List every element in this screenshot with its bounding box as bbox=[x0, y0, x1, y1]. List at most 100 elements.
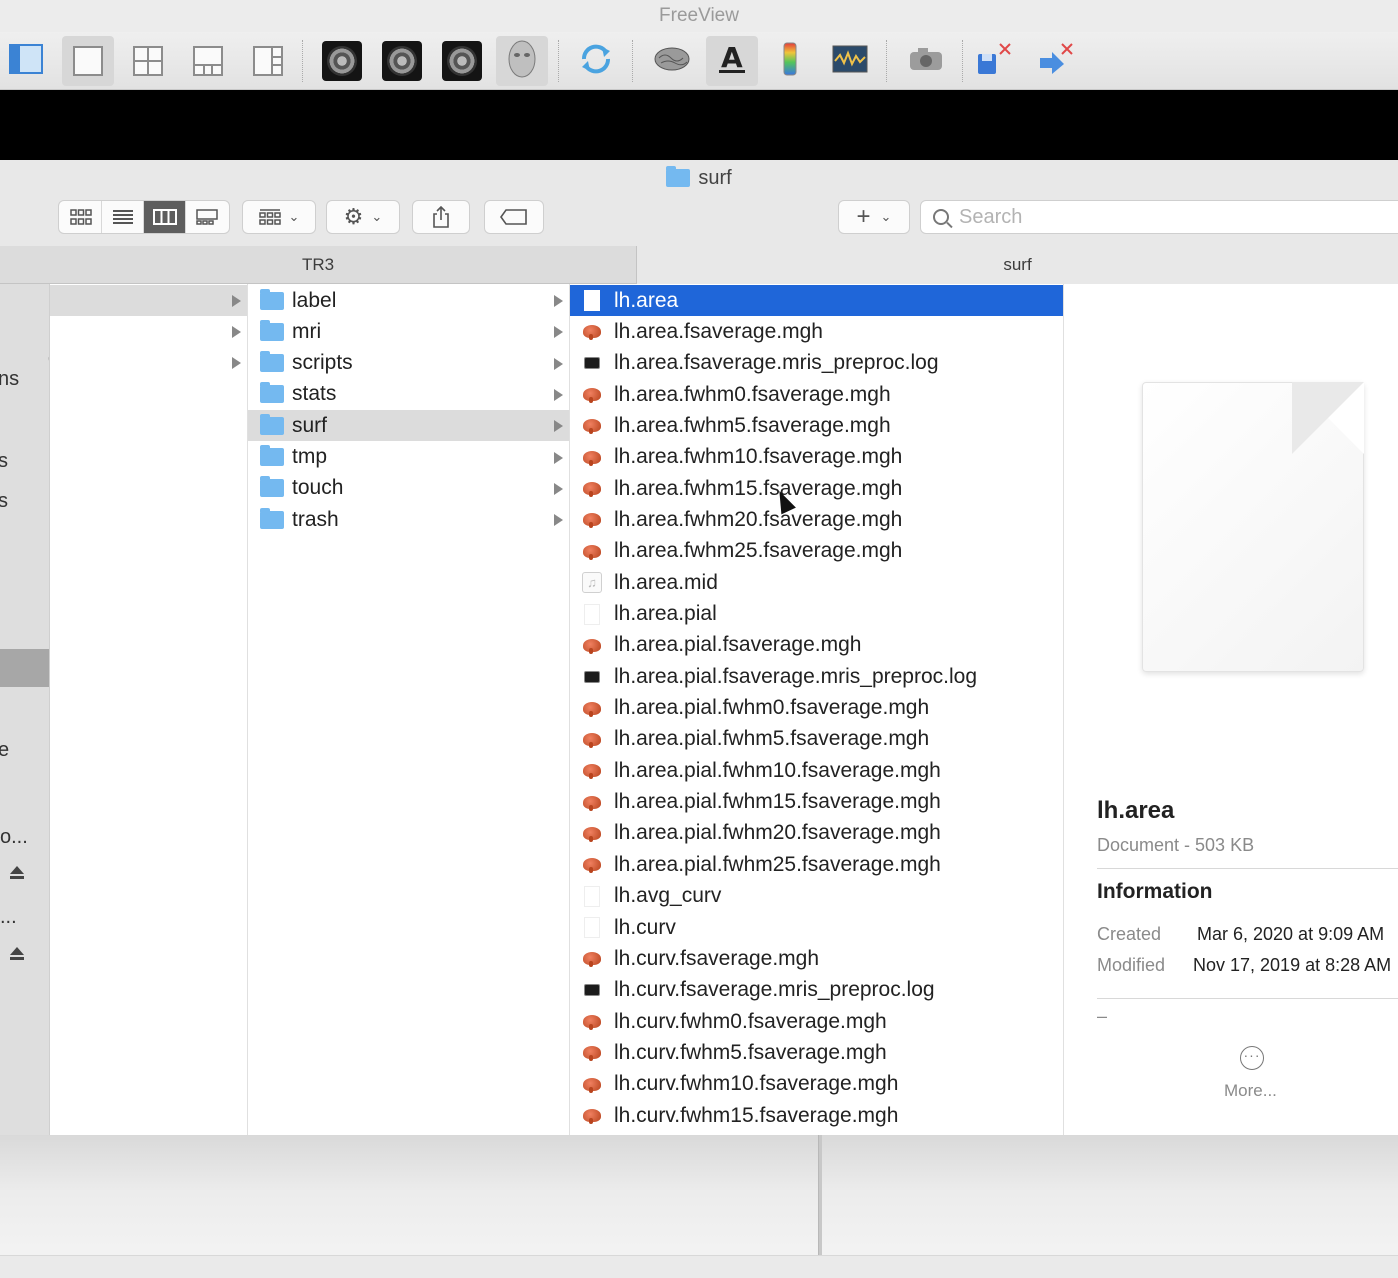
file-row[interactable]: lh.area.fsaverage.mgh bbox=[570, 316, 1063, 347]
file-row[interactable]: lh.area.pial.fwhm20.fsaverage.mgh bbox=[570, 818, 1063, 849]
list-view-button[interactable] bbox=[102, 201, 144, 233]
folder-row-scripts[interactable]: scripts bbox=[248, 348, 569, 379]
folder-row-stats[interactable]: stats bbox=[248, 379, 569, 410]
disclosure-arrow-icon bbox=[554, 295, 563, 307]
list-item[interactable] bbox=[50, 285, 247, 316]
window-title: surf bbox=[698, 166, 732, 189]
sidebar-item-label[interactable]: o... bbox=[0, 826, 28, 849]
goto-point-button[interactable] bbox=[1030, 36, 1082, 86]
file-row[interactable]: lh.area.pial bbox=[570, 599, 1063, 630]
more-icon[interactable]: ··· bbox=[1240, 1046, 1264, 1070]
coronal-view-button[interactable] bbox=[376, 36, 428, 86]
file-row[interactable]: lh.curv.fsaverage.mgh bbox=[570, 943, 1063, 974]
sagittal-view-button[interactable] bbox=[316, 36, 368, 86]
file-row[interactable]: lh.area.pial.fwhm15.fsaverage.mgh bbox=[570, 787, 1063, 818]
tags-button[interactable] bbox=[484, 200, 544, 234]
file-row[interactable]: lh.area.fsaverage.mris_preproc.log bbox=[570, 348, 1063, 379]
file-row[interactable]: lh.curv.fwhm5.fsaverage.mgh bbox=[570, 1037, 1063, 1068]
toolbar-separator bbox=[632, 40, 633, 82]
tab-tr3[interactable]: TR3 bbox=[0, 246, 637, 284]
file-row[interactable]: lh.area.fwhm25.fsaverage.mgh bbox=[570, 536, 1063, 567]
tab-surf[interactable]: surf bbox=[637, 246, 1398, 284]
render-view[interactable] bbox=[0, 90, 1398, 160]
info-panel-button[interactable] bbox=[824, 36, 876, 86]
gallery-view-button[interactable] bbox=[186, 201, 228, 233]
action-menu-button[interactable]: ⚙ ⌄ bbox=[326, 200, 400, 234]
brain-surface-button[interactable] bbox=[646, 36, 698, 86]
file-row[interactable]: lh.area.fwhm20.fsaverage.mgh bbox=[570, 504, 1063, 535]
3d-view-button[interactable] bbox=[496, 36, 548, 86]
folder-row-trash[interactable]: trash bbox=[248, 504, 569, 535]
file-label: lh.curv.fwhm15.fsaverage.mgh bbox=[614, 1103, 899, 1127]
layout-1-3-button[interactable] bbox=[182, 36, 234, 86]
file-row[interactable]: lh.area.fwhm0.fsaverage.mgh bbox=[570, 379, 1063, 410]
group-by-button[interactable]: ⌄ bbox=[242, 200, 316, 234]
file-row[interactable]: lh.area.fwhm15.fsaverage.mgh bbox=[570, 473, 1063, 504]
disclosure-arrow-icon bbox=[554, 357, 563, 370]
color-bar-button[interactable] bbox=[764, 36, 816, 86]
file-row[interactable]: lh.area.pial.fwhm25.fsaverage.mgh bbox=[570, 849, 1063, 880]
layout-2x2-button[interactable] bbox=[122, 36, 174, 86]
camera-button[interactable] bbox=[900, 36, 952, 86]
sidebar-item-label[interactable]: e bbox=[0, 739, 9, 762]
save-point-icon bbox=[974, 40, 1014, 83]
brain-file-icon bbox=[582, 446, 602, 468]
layout-1x1-button[interactable] bbox=[62, 36, 114, 86]
file-row[interactable]: lh.area.pial.fwhm5.fsaverage.mgh bbox=[570, 724, 1063, 755]
list-item[interactable] bbox=[50, 316, 247, 347]
eject-icon[interactable] bbox=[10, 866, 24, 880]
file-row[interactable]: lh.curv.fwhm15.fsaverage.mgh bbox=[570, 1100, 1063, 1131]
folder-row-mri[interactable]: mri bbox=[248, 316, 569, 347]
disclosure-arrow-icon bbox=[554, 388, 563, 401]
more-button[interactable]: More... bbox=[1224, 1081, 1277, 1101]
plus-icon: + bbox=[856, 203, 871, 230]
folder-label: stats bbox=[292, 382, 337, 406]
folder-icon bbox=[260, 445, 284, 466]
layout-1-3-h-button[interactable] bbox=[242, 36, 294, 86]
sidebar-item-label[interactable]: s bbox=[0, 490, 8, 513]
file-row[interactable]: lh.avg_curv bbox=[570, 881, 1063, 912]
file-row[interactable]: lh.curv bbox=[570, 912, 1063, 943]
file-label: lh.avg_curv bbox=[614, 884, 722, 908]
brain-file-icon bbox=[582, 415, 602, 437]
search-field[interactable]: Search bbox=[920, 200, 1398, 234]
file-row[interactable]: lh.area.pial.fwhm0.fsaverage.mgh bbox=[570, 693, 1063, 724]
file-row[interactable]: lh.area bbox=[570, 285, 1063, 316]
save-point-button[interactable] bbox=[968, 36, 1020, 86]
axial-view-button[interactable] bbox=[436, 36, 488, 86]
file-row[interactable]: lh.area.pial.fsaverage.mgh bbox=[570, 630, 1063, 661]
sidebar-selected-item[interactable] bbox=[0, 649, 49, 687]
file-row[interactable]: lh.area.pial.fsaverage.mris_preproc.log bbox=[570, 661, 1063, 692]
file-row[interactable]: lh.area.fwhm10.fsaverage.mgh bbox=[570, 442, 1063, 473]
file-row[interactable]: lh.area.pial.fwhm10.fsaverage.mgh bbox=[570, 755, 1063, 786]
reset-view-button[interactable] bbox=[570, 36, 622, 86]
file-row[interactable]: lh.curv.fsaverage.mris_preproc.log bbox=[570, 975, 1063, 1006]
file-row[interactable]: lh.curv.fwhm0.fsaverage.mgh bbox=[570, 1006, 1063, 1037]
sidebar-item-label[interactable]: s bbox=[0, 450, 8, 473]
share-button[interactable] bbox=[412, 200, 470, 234]
folder-row-label[interactable]: label bbox=[248, 285, 569, 316]
icon-view-button[interactable] bbox=[60, 201, 102, 233]
file-row[interactable]: lh.curv.fwhm10.fsaverage.mgh bbox=[570, 1069, 1063, 1100]
folder-row-surf[interactable]: surf bbox=[248, 410, 569, 442]
folder-row-tmp[interactable]: tmp bbox=[248, 442, 569, 473]
toolbar-separator bbox=[886, 40, 887, 82]
sidebar-item-label[interactable]: ns bbox=[0, 368, 19, 391]
file-label: lh.area.pial.fwhm15.fsaverage.mgh bbox=[614, 790, 941, 814]
list-item[interactable] bbox=[50, 347, 247, 378]
file-row[interactable]: ♫ lh.area.mid bbox=[570, 567, 1063, 598]
eject-icon[interactable] bbox=[10, 947, 24, 961]
main-layout-button[interactable] bbox=[0, 36, 52, 86]
finder-title-bar[interactable]: surf bbox=[0, 160, 1398, 196]
modified-value: Nov 17, 2019 at 8:28 AM bbox=[1193, 955, 1392, 975]
folder-label: surf bbox=[292, 413, 328, 437]
sidebar-item-label[interactable]: ... bbox=[0, 906, 17, 929]
folder-label: scripts bbox=[292, 351, 353, 375]
column-view-button[interactable] bbox=[144, 201, 186, 233]
folder-row-touch[interactable]: touch bbox=[248, 473, 569, 504]
new-item-button[interactable]: + ⌄ bbox=[838, 200, 910, 234]
file-row[interactable]: lh.area.fwhm5.fsaverage.mgh bbox=[570, 410, 1063, 441]
file-label: lh.area.pial.fwhm5.fsaverage.mgh bbox=[614, 727, 930, 751]
text-annotation-button[interactable]: A bbox=[706, 36, 758, 86]
information-heading: Information bbox=[1097, 880, 1213, 903]
